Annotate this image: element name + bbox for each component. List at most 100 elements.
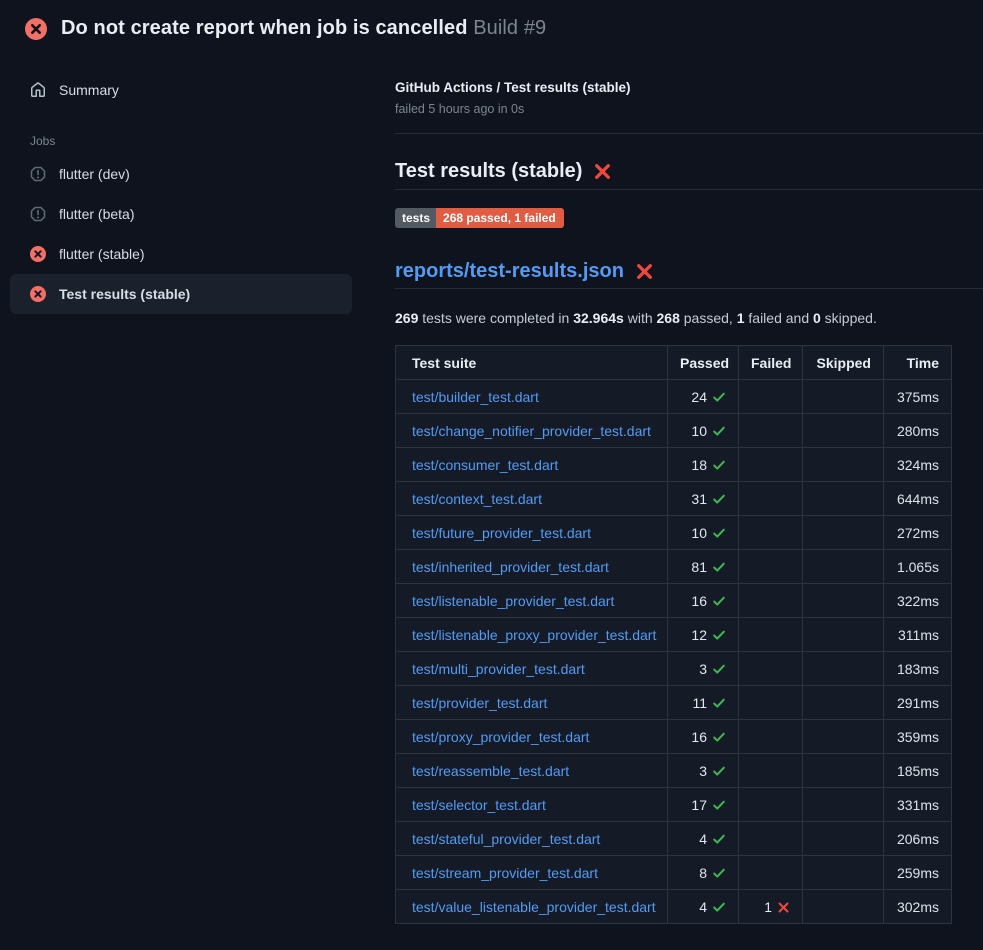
job-label: flutter (dev) bbox=[59, 166, 130, 182]
count-value: 11 bbox=[692, 695, 707, 711]
check-icon bbox=[712, 764, 726, 778]
skipped-cell bbox=[803, 618, 884, 652]
suite-link[interactable]: test/inherited_provider_test.dart bbox=[412, 559, 609, 575]
passed-cell: 4 bbox=[668, 890, 739, 924]
build-number: Build #9 bbox=[473, 17, 546, 39]
sidebar: Summary Jobs flutter (dev) flutter (beta)… bbox=[0, 40, 380, 314]
failed-cell bbox=[739, 448, 803, 482]
table-row: test/value_listenable_provider_test.dart… bbox=[396, 890, 952, 924]
job-label: Test results (stable) bbox=[59, 286, 190, 302]
x-icon bbox=[777, 901, 790, 914]
suite-link[interactable]: test/value_listenable_provider_test.dart bbox=[412, 899, 656, 915]
passed-cell: 31 bbox=[668, 482, 739, 516]
table-row: test/builder_test.dart24375ms bbox=[396, 380, 952, 414]
report-file-link[interactable]: reports/test-results.json bbox=[395, 260, 624, 283]
time-cell: 280ms bbox=[884, 414, 952, 448]
duration-value: 32.964s bbox=[573, 310, 624, 326]
check-icon bbox=[712, 662, 726, 676]
run-title: Do not create report when job is cancell… bbox=[61, 17, 468, 39]
main-content: GitHub Actions / Test results (stable) f… bbox=[380, 40, 983, 924]
suite-link[interactable]: test/stateful_provider_test.dart bbox=[412, 831, 600, 847]
skipped-cell bbox=[803, 890, 884, 924]
x-circle-fill-icon bbox=[30, 246, 46, 262]
breadcrumb: GitHub Actions / Test results (stable) bbox=[395, 80, 983, 95]
jobs-section-label: Jobs bbox=[30, 134, 352, 148]
suite-link[interactable]: test/selector_test.dart bbox=[412, 797, 546, 813]
skipped-cell bbox=[803, 516, 884, 550]
sidebar-summary-label: Summary bbox=[59, 82, 119, 98]
skipped-cell bbox=[803, 414, 884, 448]
passed-cell: 10 bbox=[668, 516, 739, 550]
table-row: test/listenable_provider_test.dart16322m… bbox=[396, 584, 952, 618]
col-header-failed: Failed bbox=[739, 346, 803, 380]
skipped-count: 0 bbox=[813, 310, 821, 326]
suite-link[interactable]: test/provider_test.dart bbox=[412, 695, 547, 711]
time-cell: 206ms bbox=[884, 822, 952, 856]
passed-cell: 24 bbox=[668, 380, 739, 414]
suite-link[interactable]: test/proxy_provider_test.dart bbox=[412, 729, 589, 745]
passed-cell: 16 bbox=[668, 584, 739, 618]
passed-cell: 18 bbox=[668, 448, 739, 482]
passed-cell: 81 bbox=[668, 550, 739, 584]
count-value: 4 bbox=[699, 831, 707, 847]
suite-link[interactable]: test/future_provider_test.dart bbox=[412, 525, 591, 541]
failed-x-icon bbox=[593, 162, 612, 181]
time-cell: 359ms bbox=[884, 720, 952, 754]
count-value: 3 bbox=[699, 763, 707, 779]
table-row: test/stream_provider_test.dart8259ms bbox=[396, 856, 952, 890]
suite-cell: test/multi_provider_test.dart bbox=[396, 652, 668, 686]
suite-link[interactable]: test/builder_test.dart bbox=[412, 389, 539, 405]
failed-cell bbox=[739, 686, 803, 720]
count-value: 4 bbox=[699, 899, 707, 915]
failed-cell bbox=[739, 720, 803, 754]
suite-cell: test/consumer_test.dart bbox=[396, 448, 668, 482]
sidebar-item-job-2[interactable]: flutter (stable) bbox=[10, 234, 352, 274]
suite-link[interactable]: test/consumer_test.dart bbox=[412, 457, 558, 473]
job-label: flutter (beta) bbox=[59, 206, 134, 222]
divider bbox=[395, 133, 983, 134]
time-cell: 302ms bbox=[884, 890, 952, 924]
failed-x-icon bbox=[635, 262, 654, 281]
run-status-line: failed 5 hours ago in 0s bbox=[395, 102, 983, 116]
suite-link[interactable]: test/reassemble_test.dart bbox=[412, 763, 569, 779]
suite-link[interactable]: test/listenable_proxy_provider_test.dart bbox=[412, 627, 656, 643]
suite-link[interactable]: test/multi_provider_test.dart bbox=[412, 661, 585, 677]
sidebar-item-summary[interactable]: Summary bbox=[10, 70, 352, 110]
time-cell: 331ms bbox=[884, 788, 952, 822]
sidebar-item-job-0[interactable]: flutter (dev) bbox=[10, 154, 352, 194]
job-label: flutter (stable) bbox=[59, 246, 145, 262]
suite-link[interactable]: test/change_notifier_provider_test.dart bbox=[412, 423, 651, 439]
badge-value: 268 passed, 1 failed bbox=[436, 208, 564, 228]
passed-cell: 3 bbox=[668, 754, 739, 788]
failed-cell bbox=[739, 652, 803, 686]
check-icon bbox=[712, 900, 726, 914]
count-value: 31 bbox=[691, 491, 707, 507]
count-value: 10 bbox=[691, 525, 707, 541]
sidebar-item-job-3[interactable]: Test results (stable) bbox=[10, 274, 352, 314]
table-row: test/consumer_test.dart18324ms bbox=[396, 448, 952, 482]
suite-link[interactable]: test/listenable_provider_test.dart bbox=[412, 593, 614, 609]
summary-text: failed and bbox=[745, 310, 814, 326]
count-value: 3 bbox=[699, 661, 707, 677]
count-value: 12 bbox=[691, 627, 707, 643]
count-value: 17 bbox=[691, 797, 707, 813]
failed-cell bbox=[739, 754, 803, 788]
passed-cell: 4 bbox=[668, 822, 739, 856]
cancelled-stop-icon bbox=[30, 206, 46, 222]
suite-link[interactable]: test/context_test.dart bbox=[412, 491, 542, 507]
failed-cell bbox=[739, 618, 803, 652]
count-value: 18 bbox=[691, 457, 707, 473]
badge-label: tests bbox=[395, 208, 436, 228]
table-row: test/change_notifier_provider_test.dart1… bbox=[396, 414, 952, 448]
suite-cell: test/stream_provider_test.dart bbox=[396, 856, 668, 890]
check-icon bbox=[712, 866, 726, 880]
sidebar-item-job-1[interactable]: flutter (beta) bbox=[10, 194, 352, 234]
check-icon bbox=[712, 730, 726, 744]
failed-cell bbox=[739, 414, 803, 448]
suite-link[interactable]: test/stream_provider_test.dart bbox=[412, 865, 598, 881]
tests-summary-line: 269 tests were completed in 32.964s with… bbox=[395, 310, 983, 326]
passed-cell: 3 bbox=[668, 652, 739, 686]
skipped-cell bbox=[803, 754, 884, 788]
col-header-time: Time bbox=[884, 346, 952, 380]
table-row: test/listenable_proxy_provider_test.dart… bbox=[396, 618, 952, 652]
